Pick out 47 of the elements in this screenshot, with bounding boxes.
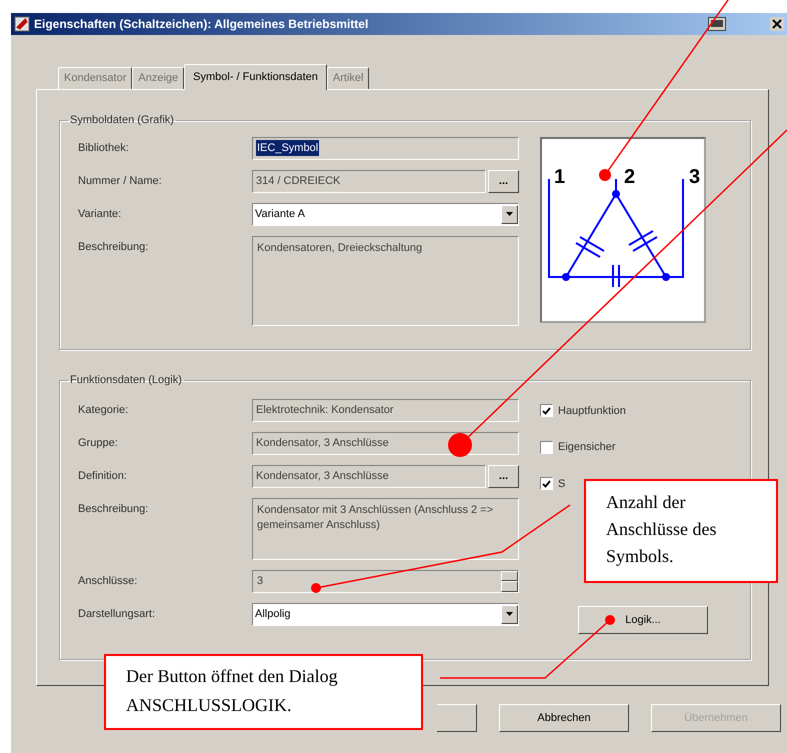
dialog-button[interactable]: Abbrechen — [499, 704, 629, 732]
field-label: Beschreibung: — [77, 240, 150, 254]
checkbox-label: Eigensicher — [558, 440, 616, 455]
close-icon[interactable] — [770, 17, 784, 31]
browse-button[interactable]: ... — [488, 170, 519, 192]
text-field[interactable]: Kondensator, 3 Anschlüsse — [252, 432, 519, 454]
checkbox-label: S — [558, 476, 566, 492]
checkbox-label: Hauptfunktion — [558, 404, 626, 418]
spin-field[interactable]: 3 — [252, 570, 519, 592]
checkbox[interactable] — [540, 440, 553, 454]
field-label: Definition: — [77, 468, 128, 484]
browse-button[interactable]: ... — [488, 464, 519, 488]
field-label: Bibliothek: — [77, 140, 130, 156]
callout-text: Der Button öffnet den Dialog ANSCHLUSSLOGIK. — [126, 665, 339, 717]
field-value: IEC_Symbol — [256, 140, 320, 156]
tab[interactable]: Symbol- / Funktionsdaten — [184, 64, 327, 90]
spin-arrows-icon — [501, 570, 518, 592]
callout-text: Anzahl der Anschlüsse des Symbols. — [606, 491, 718, 568]
field-label: Beschreibung: — [77, 502, 150, 516]
field-label: Nummer / Name: — [77, 174, 163, 188]
terminal-number: 2 — [624, 166, 636, 186]
text-area[interactable]: Kondensator mit 3 Anschlüssen (Anschluss 2 => gemeinsamer Anschluss) — [252, 498, 519, 560]
logik-button[interactable]: Logik... — [578, 606, 708, 634]
window-icon[interactable] — [708, 17, 726, 31]
field-value: Elektrotechnik: Kondensator — [256, 402, 394, 418]
field-label: Gruppe: — [77, 436, 119, 450]
dialog-button[interactable] — [437, 704, 477, 732]
field-label: Darstellungsart: — [77, 606, 156, 622]
field-label: Anschlüsse: — [77, 574, 138, 588]
group-title: Funktionsdaten (Logik) — [69, 373, 183, 388]
dropdown[interactable]: Variante A — [252, 202, 519, 226]
window-title: Eigenschaften (Schaltzeichen): Allgemeines Betriebsmittel — [34, 16, 370, 33]
checkbox[interactable] — [540, 404, 553, 418]
checkbox[interactable] — [540, 477, 553, 490]
field-label: Variante: — [77, 206, 122, 222]
app-icon — [14, 16, 30, 32]
terminal-number: 1 — [554, 166, 566, 186]
field-label: Kategorie: — [77, 402, 130, 418]
text-field[interactable]: IEC_Symbol — [252, 136, 519, 160]
text-field[interactable]: Kondensator, 3 Anschlüsse — [252, 464, 486, 488]
text-area[interactable]: Kondensatoren, Dreieckschaltung — [252, 236, 519, 326]
group-title: Symboldaten (Grafik) — [69, 113, 175, 128]
field-value: Kondensator, 3 Anschlüsse — [256, 436, 389, 451]
dropdown[interactable]: Allpolig — [252, 602, 519, 626]
text-field[interactable]: Elektrotechnik: Kondensator — [252, 398, 519, 422]
terminal-number: 3 — [689, 166, 700, 186]
text-field[interactable]: 314 / CDREIECK — [252, 170, 486, 192]
